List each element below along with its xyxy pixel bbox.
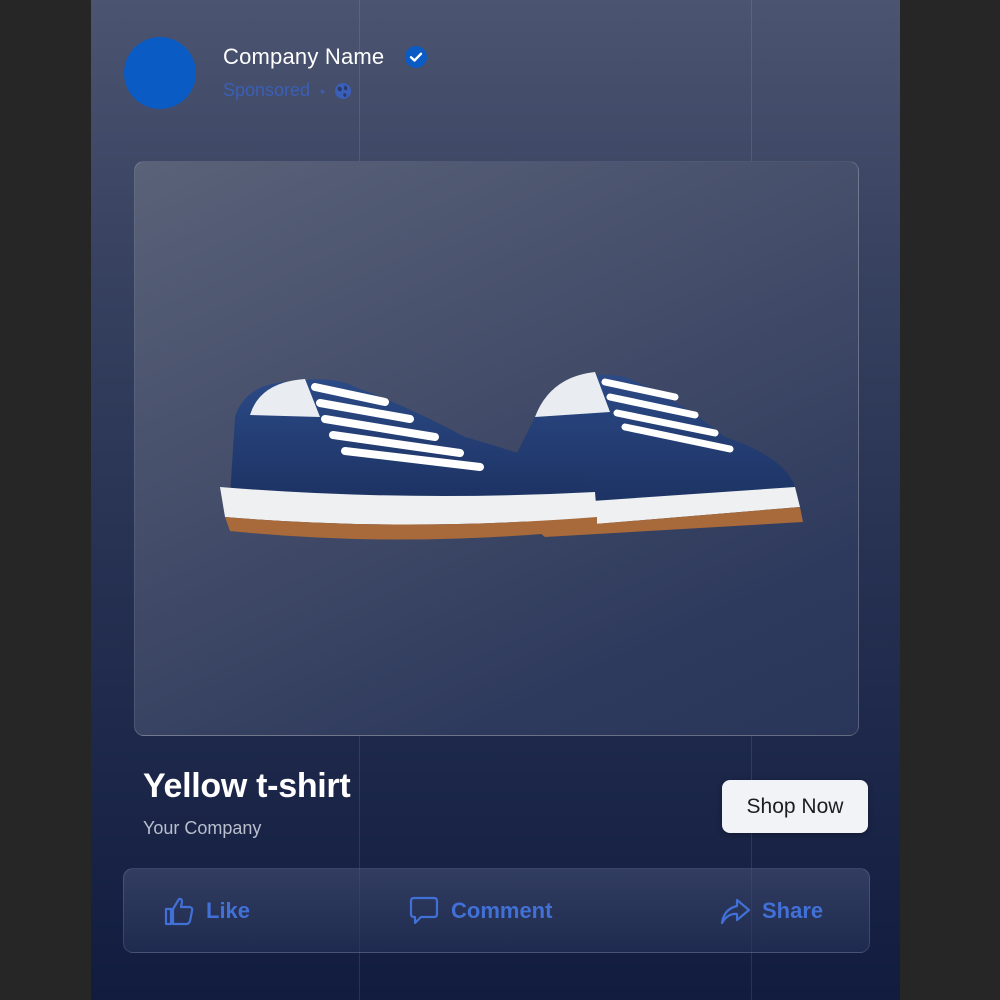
speech-bubble-icon	[409, 896, 439, 924]
share-label: Share	[762, 897, 824, 923]
like-button[interactable]: Like	[162, 869, 250, 952]
share-arrow-icon	[720, 898, 751, 924]
meta-separator: •	[320, 82, 325, 99]
post-meta: Sponsored •	[223, 80, 353, 101]
share-button[interactable]: Share	[718, 869, 823, 952]
comment-button[interactable]: Comment	[407, 869, 552, 952]
globe-icon	[334, 82, 351, 99]
like-label: Like	[206, 897, 251, 923]
verified-check-icon	[405, 46, 428, 68]
comment-label: Comment	[451, 897, 553, 923]
thumbs-up-icon	[164, 897, 194, 925]
product-title[interactable]: Yellow t-shirt	[143, 767, 351, 806]
product-image[interactable]	[134, 161, 859, 736]
sneakers-photo	[220, 372, 803, 540]
shop-now-button[interactable]: Shop Now	[722, 780, 868, 833]
product-company: Your Company	[143, 818, 262, 838]
sponsored-label: Sponsored	[223, 80, 311, 100]
ad-preview-canvas: Company Name Sponsored • Yellow t-shirt …	[0, 0, 1000, 1000]
sponsored-post-card: Company Name Sponsored • Yellow t-shirt …	[91, 0, 900, 1000]
post-header: Company Name	[223, 44, 428, 70]
company-avatar[interactable]	[124, 37, 196, 109]
post-action-bar: Like Comment Share	[123, 868, 870, 953]
company-name[interactable]: Company Name	[223, 44, 384, 70]
